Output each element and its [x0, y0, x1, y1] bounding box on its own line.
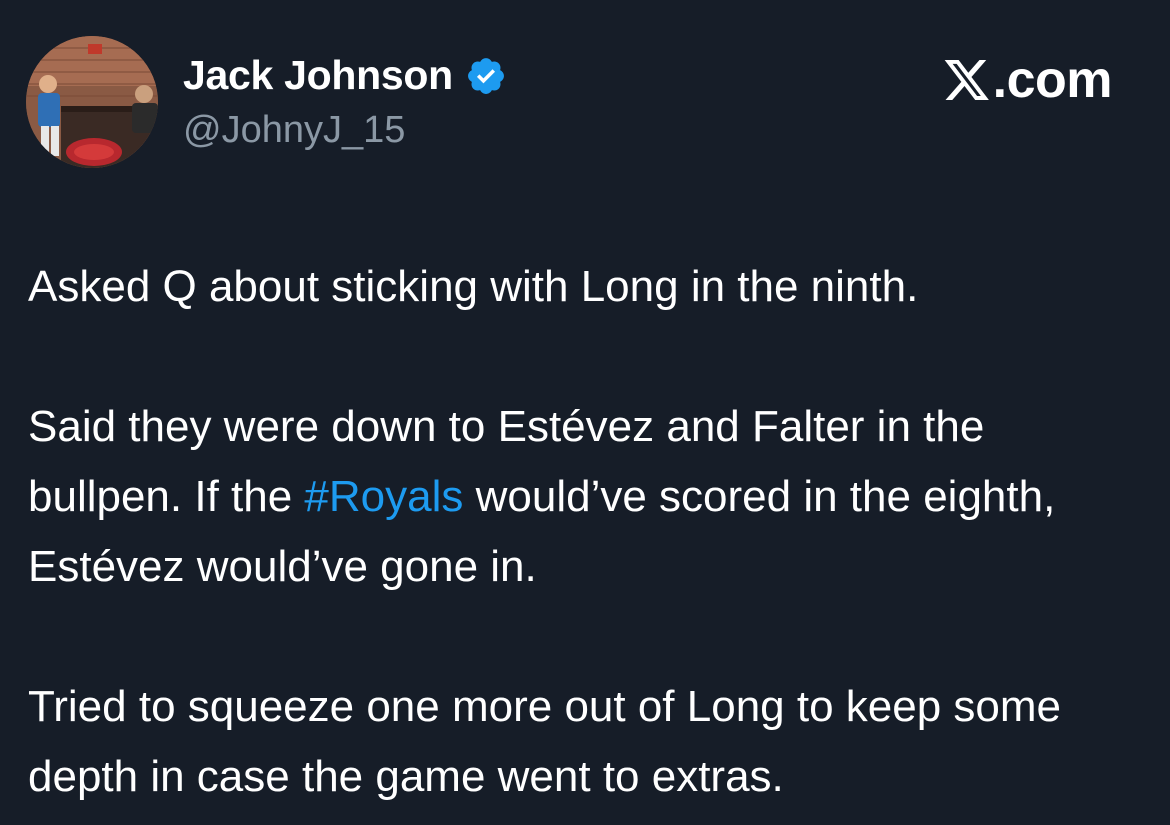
- tweet-paragraph: Asked Q about sticking with Long in the …: [28, 262, 919, 311]
- brand-watermark: .com: [943, 50, 1113, 110]
- tweet-paragraph: Tried to squeeze one more out of Long to…: [28, 682, 1062, 801]
- tweet-paragraph: Said they were down to Estévez and Falte…: [28, 392, 1148, 602]
- avatar[interactable]: [26, 36, 158, 168]
- brand-suffix: .com: [992, 51, 1113, 109]
- hashtag-link[interactable]: #Royals: [304, 472, 463, 521]
- profile-photo-icon: [26, 36, 158, 168]
- verified-badge-icon[interactable]: [465, 55, 507, 97]
- tweet-card: Jack Johnson @JohnyJ_15 .com Asked Q abo…: [0, 0, 1170, 825]
- tweet-body: Asked Q about sticking with Long in the …: [28, 252, 1148, 812]
- author-name-row: Jack Johnson: [183, 52, 507, 99]
- x-logo-icon: [943, 57, 991, 103]
- author-handle[interactable]: @JohnyJ_15: [183, 109, 405, 152]
- author-name[interactable]: Jack Johnson: [183, 52, 453, 99]
